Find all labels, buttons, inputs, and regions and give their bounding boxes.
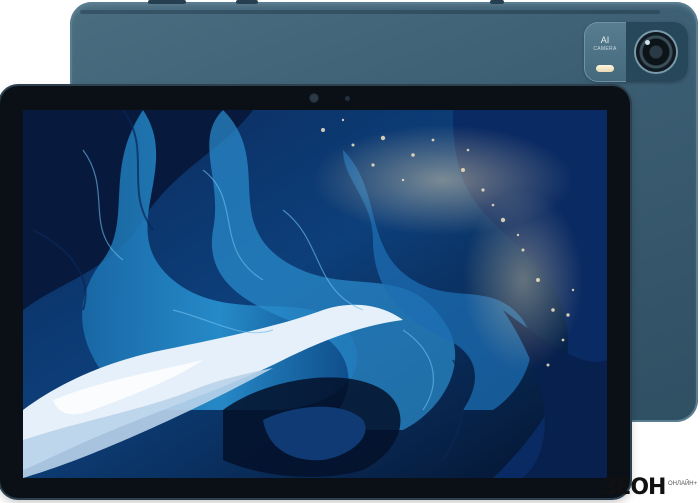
front-camera-icon (310, 94, 318, 102)
ai-label: AI (600, 35, 610, 45)
watermark-brand: 3EOH (602, 475, 666, 500)
watermark-suffix: ОНЛАЙН+ (668, 481, 698, 487)
tablet-screen-wallpaper (23, 110, 607, 478)
wallpaper-art (23, 110, 607, 478)
watermark-logo: 3EOH ОНЛАЙН+ (602, 475, 698, 501)
volume-button (148, 0, 186, 4)
flash-icon (596, 65, 614, 72)
power-button (236, 0, 258, 4)
lens-glint (645, 40, 650, 45)
camera-lens-icon (636, 32, 676, 72)
camera-label: CAMERA (593, 46, 617, 52)
tablet-back-edge (80, 10, 660, 14)
side-port (490, 0, 504, 4)
light-sensor-icon (345, 96, 350, 101)
product-photo: AI CAMERA 3EOH ОНЛАЙН+ (0, 0, 700, 503)
